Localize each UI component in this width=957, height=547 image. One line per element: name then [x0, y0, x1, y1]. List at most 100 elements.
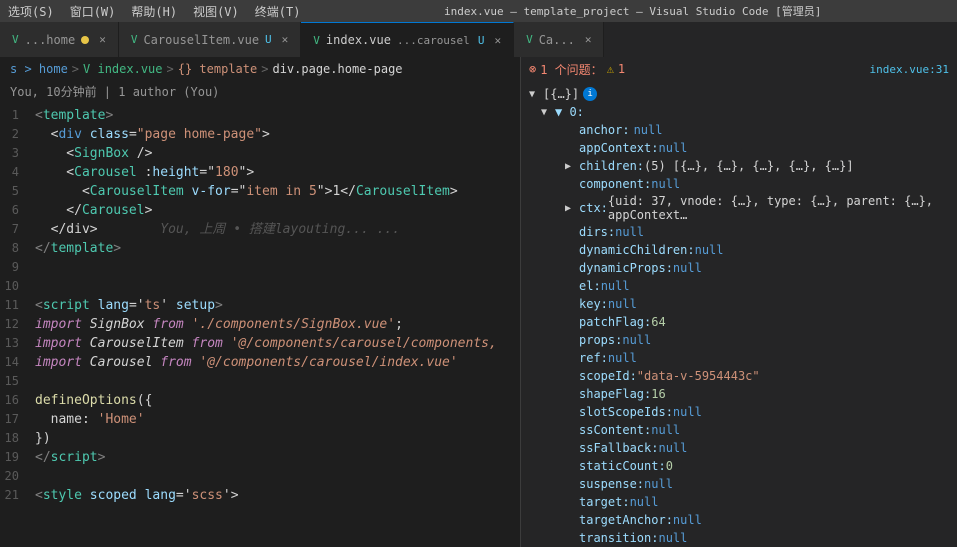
debug-tree[interactable]: [{…}] i ▼ 0: anchor: null appC	[521, 81, 957, 547]
tree-key: ref:	[579, 351, 608, 365]
tree-arrow[interactable]	[529, 89, 541, 100]
tab-ca[interactable]: V Ca... ✕	[514, 22, 604, 57]
tab-close-button[interactable]: ✕	[494, 34, 501, 47]
code-line-8: 8 </template>	[0, 239, 520, 258]
code-line-20: 20	[0, 467, 520, 486]
tab-label: CarouselItem.vue	[143, 33, 259, 47]
tree-item-ctx[interactable]: ctx: {uid: 37, vnode: {…}, type: {…}, pa…	[521, 193, 957, 223]
tree-key: dynamicProps:	[579, 261, 673, 275]
tab-label: index.vue	[326, 33, 391, 47]
menu-item-help[interactable]: 帮助(H)	[131, 3, 177, 20]
tree-val: null	[658, 141, 687, 155]
breadcrumb-sep1: >	[72, 62, 79, 76]
tree-item-sscontent[interactable]: ssContent: null	[521, 421, 957, 439]
tree-val: null	[673, 513, 702, 527]
tree-val: 16	[651, 387, 665, 401]
tree-arrow[interactable]	[565, 161, 577, 172]
tree-key: ▼ 0:	[555, 105, 584, 119]
tree-root-label: [{…}]	[543, 87, 579, 101]
tree-item-dirs[interactable]: dirs: null	[521, 223, 957, 241]
tree-item-target[interactable]: target: null	[521, 493, 957, 511]
tree-key: shapeFlag:	[579, 387, 651, 401]
code-line-17: 17 name: 'Home'	[0, 410, 520, 429]
tree-item-scopeid[interactable]: scopeId: "data-v-5954443c"	[521, 367, 957, 385]
breadcrumb-sep3: >	[261, 62, 268, 76]
tab-path: ...carousel	[397, 34, 470, 47]
tree-item-0[interactable]: ▼ 0:	[521, 103, 957, 121]
crumb-template: {} template	[178, 62, 257, 76]
editor-panel: s > home > V index.vue > {} template > d…	[0, 57, 520, 547]
tree-val: null	[651, 423, 680, 437]
tree-item-dynamicchildren[interactable]: dynamicChildren: null	[521, 241, 957, 259]
tree-val: null	[673, 261, 702, 275]
tree-val: null	[651, 177, 680, 191]
tree-item-suspense[interactable]: suspense: null	[521, 475, 957, 493]
tab-label: Ca...	[539, 33, 575, 47]
code-line-11: 11 <script lang='ts' setup>	[0, 296, 520, 315]
tree-item-dynamicprops[interactable]: dynamicProps: null	[521, 259, 957, 277]
tree-item-ref[interactable]: ref: null	[521, 349, 957, 367]
tree-arrow[interactable]	[541, 107, 553, 118]
menu-item-window[interactable]: 窗口(W)	[70, 3, 116, 20]
tree-val: "data-v-5954443c"	[637, 369, 760, 383]
crumb-div: div.page.home-page	[272, 62, 402, 76]
tab-index-vue[interactable]: V index.vue ...carousel U ✕	[301, 22, 514, 57]
tree-root[interactable]: [{…}] i	[521, 85, 957, 103]
code-line-19: 19 </script>	[0, 448, 520, 467]
tree-item-slotscopeids[interactable]: slotScopeIds: null	[521, 403, 957, 421]
tree-key: slotScopeIds:	[579, 405, 673, 419]
tree-key: children:	[579, 159, 644, 173]
tree-item-props[interactable]: props: null	[521, 331, 957, 349]
tree-val: null	[673, 405, 702, 419]
code-line-5: 5 <CarouselItem v-for="item in 5">1</Car…	[0, 182, 520, 201]
tabs-bar: V ...home ✕ V CarouselItem.vue U ✕ V ind…	[0, 22, 957, 57]
tab-carouselitem[interactable]: V CarouselItem.vue U ✕	[119, 22, 301, 57]
menu-item-terminal[interactable]: 终端(T)	[255, 3, 301, 20]
tree-val: 64	[651, 315, 665, 329]
author-hint: You, 10分钟前 | 1 author (You)	[0, 81, 520, 102]
code-lines: 1 <template> 2 <div class="page home-pag…	[0, 102, 520, 509]
tree-item-key[interactable]: key: null	[521, 295, 957, 313]
tree-item-children[interactable]: children: (5) [{…}, {…}, {…}, {…}, {…}]	[521, 157, 957, 175]
tab-close-button[interactable]: ✕	[585, 33, 592, 46]
tab-close-button[interactable]: ✕	[282, 33, 289, 46]
tree-item-patchflag[interactable]: patchFlag: 64	[521, 313, 957, 331]
error-count: 1 个问题：	[540, 61, 602, 78]
tree-val: null	[608, 351, 637, 365]
tree-item-appcontext[interactable]: appContext: null	[521, 139, 957, 157]
tree-item-el[interactable]: el: null	[521, 277, 957, 295]
code-editor[interactable]: 1 <template> 2 <div class="page home-pag…	[0, 102, 520, 547]
code-line-10: 10	[0, 277, 520, 296]
tree-key: dynamicChildren:	[579, 243, 695, 257]
code-line-18: 18 })	[0, 429, 520, 448]
tree-key: el:	[579, 279, 601, 293]
tab-home[interactable]: V ...home ✕	[0, 22, 119, 57]
file-link[interactable]: index.vue:31	[870, 63, 949, 76]
tab-label: ...home	[25, 33, 76, 47]
tree-key: patchFlag:	[579, 315, 651, 329]
tree-key: target:	[579, 495, 630, 509]
info-icon: i	[583, 87, 597, 101]
tree-key: transition:	[579, 531, 658, 545]
debug-panel: ⊗ 1 个问题： ⚠ 1 index.vue:31 [{…}] i ▼ 0:	[520, 57, 957, 547]
menu-item-options[interactable]: 选项(S)	[8, 3, 54, 20]
tree-key: suspense:	[579, 477, 644, 491]
tree-key: staticCount:	[579, 459, 666, 473]
tree-item-transition[interactable]: transition: null	[521, 529, 957, 547]
tree-item-anchor[interactable]: anchor: null	[521, 121, 957, 139]
tree-arrow[interactable]	[565, 203, 577, 214]
tree-item-ssfallback[interactable]: ssFallback: null	[521, 439, 957, 457]
tree-val: null	[615, 225, 644, 239]
tree-item-shapeflag[interactable]: shapeFlag: 16	[521, 385, 957, 403]
menu-item-view[interactable]: 视图(V)	[193, 3, 239, 20]
tree-item-component[interactable]: component: null	[521, 175, 957, 193]
code-line-3: 3 <SignBox />	[0, 144, 520, 163]
code-line-7: 7 </div> You, 上周 • 搭建layouting... ...	[0, 220, 520, 239]
code-line-4: 4 <Carousel :height="180">	[0, 163, 520, 182]
tree-item-targetanchor[interactable]: targetAnchor: null	[521, 511, 957, 529]
tab-close-button[interactable]: ✕	[99, 33, 106, 46]
tree-item-staticcount[interactable]: staticCount: 0	[521, 457, 957, 475]
tree-key: props:	[579, 333, 622, 347]
tree-val: null	[634, 123, 663, 137]
main-area: s > home > V index.vue > {} template > d…	[0, 57, 957, 547]
